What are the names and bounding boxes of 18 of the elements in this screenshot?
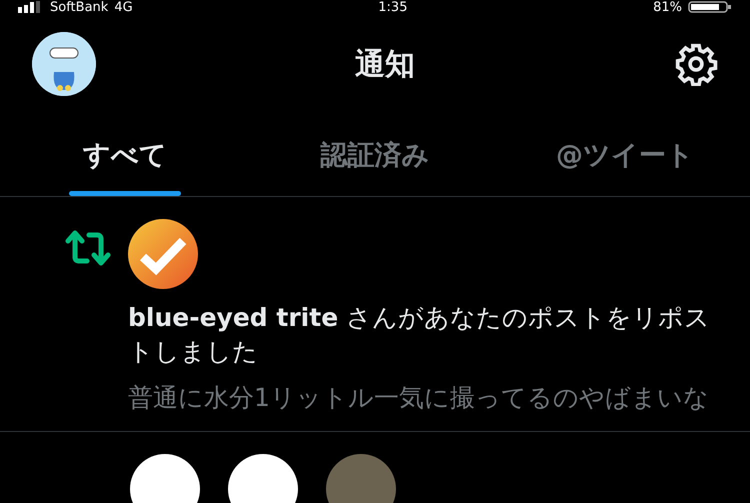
time-text: 1:35 bbox=[378, 0, 408, 14]
settings-icon[interactable] bbox=[674, 42, 718, 86]
profile-avatar-icon[interactable] bbox=[32, 32, 96, 96]
tab[interactable]: 認証済み bbox=[250, 114, 500, 196]
tab[interactable]: すべて bbox=[0, 114, 250, 196]
carrier-text: SoftBank bbox=[50, 0, 108, 14]
avatar-icon bbox=[130, 454, 200, 503]
repost-icon bbox=[64, 229, 112, 267]
tab[interactable]: @ツイート bbox=[500, 114, 750, 196]
battery-icon bbox=[688, 1, 732, 13]
avatar-icon bbox=[228, 454, 298, 503]
network-text: 4G bbox=[114, 0, 133, 14]
notification-message: blue-eyed trite さんがあなたのポストをリポストしました bbox=[128, 302, 712, 368]
checkmark-avatar-icon[interactable] bbox=[128, 219, 198, 289]
photo-placeholder bbox=[326, 454, 396, 503]
post-text: 普通に水分1リットル一気に撮ってるのやばまいな bbox=[128, 382, 710, 414]
battery-text: 81% bbox=[653, 0, 682, 14]
page-title: 通知 bbox=[355, 46, 415, 84]
